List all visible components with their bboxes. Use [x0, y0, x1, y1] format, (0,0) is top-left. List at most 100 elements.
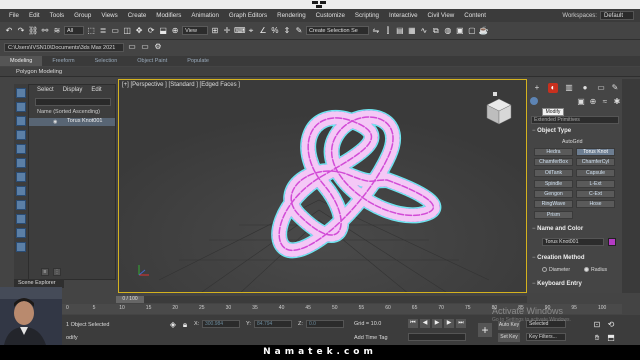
menu-rendering[interactable]: Rendering [272, 12, 311, 19]
placement-icon[interactable]: ⊕ [170, 26, 180, 36]
move-icon[interactable]: ✥ [134, 26, 144, 36]
current-frame-field[interactable] [408, 333, 466, 341]
time-slider-handle[interactable]: 0 / 100 [116, 296, 144, 303]
percent-snap-icon[interactable]: % [270, 26, 280, 36]
menu-edit[interactable]: Edit [24, 12, 45, 19]
ribbon-tab-freeform[interactable]: Freeform [42, 56, 84, 66]
filter-cameras-icon[interactable] [16, 130, 26, 140]
systems-category-icon[interactable]: ✱ [612, 97, 622, 107]
category-select[interactable]: Extended Primitives [531, 116, 619, 124]
workspaces-select[interactable]: Default [599, 11, 634, 20]
scene-menu-display[interactable]: Display [63, 87, 83, 93]
spacewarps-category-icon[interactable]: ≈ [600, 97, 610, 107]
select-object-icon[interactable]: ⬚ [86, 26, 96, 36]
filter-lights-icon[interactable] [16, 116, 26, 126]
chamfercyl-button[interactable]: ChamferCyl [576, 158, 615, 166]
menu-interactive[interactable]: Interactive [384, 12, 423, 19]
keyboard-shortcut-icon[interactable]: ⌨ [234, 26, 246, 36]
menu-views[interactable]: Views [96, 12, 122, 19]
l-ext-button[interactable]: L-Ext [576, 180, 615, 188]
menu-civil-view[interactable]: Civil View [423, 12, 460, 19]
key-filters-button[interactable]: Key Filters... [526, 333, 566, 341]
filter-shapes-icon[interactable] [16, 102, 26, 112]
cameras-category-icon[interactable]: ▣ [576, 97, 586, 107]
scale-icon[interactable]: ⬓ [158, 26, 168, 36]
object-type-header[interactable]: Object Type [532, 128, 571, 134]
menu-group[interactable]: Group [69, 12, 96, 19]
window-crossing-icon[interactable]: ◫ [122, 26, 132, 36]
maximize-viewport-icon[interactable]: ⬒ [606, 333, 616, 343]
key-mode-plus-icon[interactable]: + [478, 323, 492, 337]
reference-coord-select[interactable]: View [182, 26, 208, 35]
spinner-snap-icon[interactable]: ⇕ [282, 26, 292, 36]
z-coordinate-field[interactable]: 0.0 [306, 320, 344, 328]
render-frame-icon[interactable]: ▢ [467, 26, 477, 36]
rotate-icon[interactable]: ⟳ [146, 26, 156, 36]
named-selection-input[interactable]: Create Selection Se [305, 26, 369, 35]
menu-graph-editors[interactable]: Graph Editors [224, 12, 272, 19]
angle-snap-icon[interactable]: ∠ [258, 26, 268, 36]
project-settings-icon[interactable]: ⚙ [153, 42, 163, 52]
panel-scrollbar[interactable] [622, 79, 640, 293]
viewport-label[interactable]: [+] [Perspective ] [Standard ] [Edged Fa… [122, 82, 240, 88]
c-ext-button[interactable]: C-Ext [576, 190, 615, 198]
isolate-selection-icon[interactable]: ◈ [168, 320, 178, 330]
hierarchy-tab-icon[interactable]: ▥ [564, 83, 574, 93]
helpers-category-icon[interactable]: ⊕ [588, 97, 598, 107]
scene-menu-select[interactable]: Select [37, 87, 54, 93]
geometry-category-icon[interactable] [530, 97, 538, 105]
align-icon[interactable]: ⫿ [383, 26, 393, 36]
capsule-button[interactable]: Capsule [576, 169, 615, 177]
spindle-button[interactable]: Spindle [534, 180, 573, 188]
creation-method-header[interactable]: Creation Method [532, 255, 584, 261]
select-by-name-icon[interactable]: ≣ [98, 26, 108, 36]
menu-create[interactable]: Create [123, 12, 152, 19]
eye-icon[interactable]: ◉ [53, 119, 57, 125]
unlink-icon[interactable]: ⚯ [40, 26, 50, 36]
oiltank-button[interactable]: OilTank [534, 169, 573, 177]
filter-bones-icon[interactable] [16, 200, 26, 210]
filter-helpers-icon[interactable] [16, 144, 26, 154]
time-slider[interactable]: 0 / 100 [116, 296, 527, 303]
diameter-radio[interactable]: Diameter [542, 267, 570, 273]
gengon-button[interactable]: Gengon [534, 190, 573, 198]
menu-modifiers[interactable]: Modifiers [151, 12, 186, 19]
object-name-input[interactable]: Torus Knot001 [542, 238, 604, 246]
prism-button[interactable]: Prism [534, 211, 573, 219]
project-path-field[interactable]: C:\Users\IVSN10\Documents\3ds Max 2021 [4, 42, 124, 52]
object-color-swatch[interactable] [608, 238, 616, 246]
menu-scripting[interactable]: Scripting [350, 12, 384, 19]
keyboard-entry-header[interactable]: Keyboard Entry [532, 281, 582, 287]
selection-filter-select[interactable]: All [64, 26, 85, 35]
filter-geometry-icon[interactable] [16, 88, 26, 98]
chamferbox-button[interactable]: ChamferBox [534, 158, 573, 166]
menu-customize[interactable]: Customize [311, 12, 350, 19]
utilities-tab-icon[interactable]: ✎ [610, 83, 620, 93]
torus-knot-button[interactable]: Torus Knot [576, 148, 615, 156]
play-icon[interactable]: ▶ [432, 319, 442, 328]
ribbon-toggle-icon[interactable]: ▦ [407, 26, 417, 36]
add-time-tag-button[interactable]: Add Time Tag [354, 335, 388, 341]
ribbon-tab-object-paint[interactable]: Object Paint [127, 56, 177, 66]
undo-icon[interactable]: ↶ [4, 26, 14, 36]
display-tab-icon[interactable]: ▭ [596, 83, 606, 93]
hierarchy-sort-icon[interactable]: ⋮ [53, 268, 61, 276]
previous-frame-icon[interactable]: ◀ [420, 319, 430, 328]
y-coordinate-field[interactable]: 84.794 [254, 320, 292, 328]
go-to-start-icon[interactable]: ⏮ [408, 319, 418, 328]
selection-lock-icon[interactable]: 🔒︎ [180, 320, 190, 330]
ribbon-tab-populate[interactable]: Populate [177, 56, 219, 66]
name-color-header[interactable]: Name and Color [532, 226, 583, 232]
create-tab-icon[interactable]: + [532, 83, 542, 93]
mirror-icon[interactable]: ⇋ [371, 26, 381, 36]
menu-animation[interactable]: Animation [186, 12, 224, 19]
schematic-view-icon[interactable]: ⧉ [431, 26, 441, 36]
ringwave-button[interactable]: RingWave [534, 200, 573, 208]
snaps-toggle-icon[interactable]: ⌖ [246, 26, 256, 36]
x-coordinate-field[interactable]: 300.984 [202, 320, 240, 328]
menu-content[interactable]: Content [459, 12, 491, 19]
scene-column-header[interactable]: Name (Sorted Ascending) [37, 109, 100, 115]
rect-selection-icon[interactable]: ▭ [110, 26, 120, 36]
ribbon-tab-modeling[interactable]: Modeling [0, 56, 43, 66]
filter-containers-icon[interactable] [16, 214, 26, 224]
